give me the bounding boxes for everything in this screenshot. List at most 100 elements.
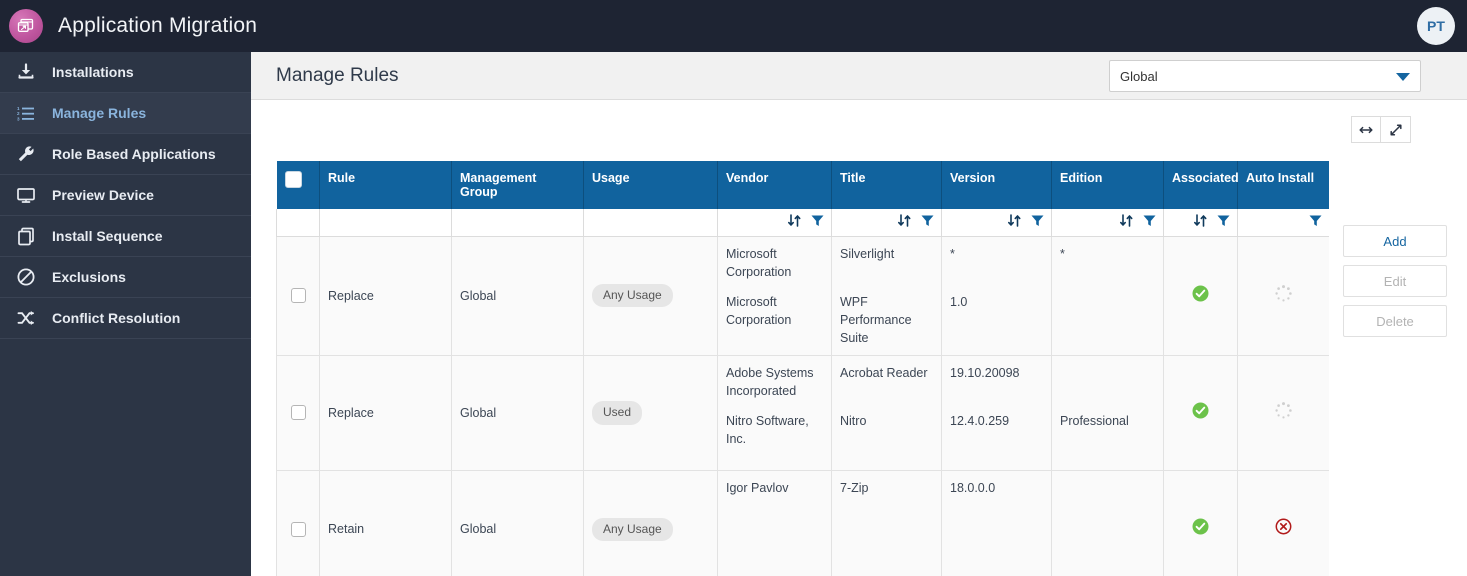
table-row[interactable]: Retain Global Any Usage Igor Pavlov 7-Zi…	[276, 469, 1329, 576]
version-line-1: 19.10.20098	[950, 365, 1020, 380]
svg-text:3: 3	[17, 116, 20, 121]
sidebar-item-label: Exclusions	[52, 269, 126, 285]
sidebar-item-role-based-applications[interactable]: Role Based Applications	[0, 134, 251, 175]
wrench-icon	[0, 144, 52, 164]
sidebar-item-exclusions[interactable]: Exclusions	[0, 257, 251, 298]
scope-select[interactable]: Global	[1109, 60, 1421, 92]
usage-badge: Used	[592, 401, 643, 425]
funnel-filter-icon[interactable]	[920, 213, 935, 231]
cell-auto-install	[1237, 469, 1329, 576]
app-logo-wrap	[0, 9, 52, 43]
sort-ascending-descending-icon[interactable]	[1119, 213, 1134, 231]
sidebar-item-install-sequence[interactable]: Install Sequence	[0, 216, 251, 257]
table-header-vendor[interactable]: Vendor	[717, 161, 832, 209]
sort-ascending-descending-icon[interactable]	[787, 213, 802, 231]
table-header-rule[interactable]: Rule	[319, 161, 452, 209]
no-entry-icon	[0, 267, 52, 287]
table-header-row: Rule Management Group Usage Vendor Title…	[276, 161, 1329, 209]
cell-edition: *	[1051, 235, 1164, 356]
cell-title: 7-Zip	[831, 469, 942, 576]
cell-usage: Used	[583, 354, 718, 471]
loading-spinner-icon	[1274, 401, 1293, 425]
filter-cell-management-group	[451, 209, 584, 237]
cell-version: 19.10.20098 12.4.0.259	[941, 354, 1052, 471]
filter-cell-auto-install	[1237, 209, 1329, 237]
cell-rule: Replace	[319, 235, 452, 356]
check-circle-green-icon	[1192, 518, 1209, 538]
app-windows-icon	[9, 9, 43, 43]
copy-icon	[0, 226, 52, 246]
row-checkbox[interactable]	[290, 288, 306, 304]
table-row[interactable]: Replace Global Any Usage Microsoft Corpo…	[276, 235, 1329, 356]
filter-cell-select	[276, 209, 320, 237]
title-line-1: Silverlight	[840, 246, 895, 261]
filter-cell-edition	[1051, 209, 1164, 237]
row-checkbox[interactable]	[290, 405, 306, 421]
download-icon	[0, 62, 52, 82]
avatar[interactable]: PT	[1417, 7, 1455, 45]
loading-spinner-icon	[1274, 284, 1293, 308]
row-select-cell	[276, 354, 320, 471]
sidebar-item-conflict-resolution[interactable]: Conflict Resolution	[0, 298, 251, 339]
title-line-2: WPF Performance Suite	[840, 294, 912, 345]
sidebar-item-label: Preview Device	[52, 187, 154, 203]
cell-associated	[1163, 469, 1238, 576]
cell-associated	[1163, 235, 1238, 356]
edit-button[interactable]: Edit	[1343, 265, 1447, 297]
sidebar-item-label: Installations	[52, 64, 134, 80]
edition-line-2: Professional	[1060, 413, 1129, 428]
cell-title: Acrobat Reader Nitro	[831, 354, 942, 471]
sidebar-item-preview-device[interactable]: Preview Device	[0, 175, 251, 216]
cell-rule: Retain	[319, 469, 452, 576]
shuffle-icon	[0, 308, 52, 328]
cell-vendor: Igor Pavlov	[717, 469, 832, 576]
title-line-1: 7-Zip	[840, 480, 869, 495]
edition-line-1	[1060, 364, 1155, 412]
funnel-filter-icon[interactable]	[1216, 213, 1231, 231]
sidebar-item-manage-rules[interactable]: 1 2 3 Manage Rules	[0, 93, 251, 134]
row-select-cell	[276, 235, 320, 356]
sort-ascending-descending-icon[interactable]	[897, 213, 912, 231]
sidebar-item-label: Install Sequence	[52, 228, 163, 244]
row-checkbox[interactable]	[290, 521, 306, 537]
table-header-select	[276, 161, 320, 209]
delete-button[interactable]: Delete	[1343, 305, 1447, 337]
rules-table-body: Replace Global Any Usage Microsoft Corpo…	[276, 235, 1329, 576]
fit-width-icon[interactable]	[1351, 116, 1381, 143]
add-button[interactable]: Add	[1343, 225, 1447, 257]
select-all-checkbox[interactable]	[284, 171, 302, 188]
table-header-associated[interactable]: Associated	[1163, 161, 1239, 209]
funnel-filter-icon[interactable]	[1142, 213, 1157, 231]
sidebar: Installations 1 2 3 Manage Rules Role Ba…	[0, 52, 251, 576]
sort-ascending-descending-icon[interactable]	[1007, 213, 1022, 231]
version-line-1: *	[950, 246, 955, 261]
check-circle-green-icon	[1192, 285, 1209, 305]
monitor-icon	[0, 185, 52, 205]
scope-select-value: Global	[1120, 68, 1158, 84]
check-circle-green-icon	[1192, 402, 1209, 422]
cell-management-group: Global	[451, 469, 584, 576]
funnel-filter-icon[interactable]	[1308, 213, 1323, 231]
table-header-version[interactable]: Version	[941, 161, 1052, 209]
expand-diagonal-icon[interactable]	[1381, 116, 1411, 143]
funnel-filter-icon[interactable]	[810, 213, 825, 231]
table-header-usage[interactable]: Usage	[583, 161, 718, 209]
ordered-list-icon: 1 2 3	[0, 103, 52, 123]
cell-version: 18.0.0.0	[941, 469, 1052, 576]
funnel-filter-icon[interactable]	[1030, 213, 1045, 231]
vendor-line-2: Nitro Software, Inc.	[726, 413, 809, 446]
table-header-management-group[interactable]: Management Group	[451, 161, 584, 209]
edition-line-1	[1060, 479, 1155, 527]
sidebar-item-label: Manage Rules	[52, 105, 147, 121]
table-header-edition[interactable]: Edition	[1051, 161, 1164, 209]
sidebar-item-installations[interactable]: Installations	[0, 52, 251, 93]
version-line-2: 12.4.0.259	[950, 413, 1010, 428]
title-line-2: Nitro	[840, 413, 867, 428]
page-title: Manage Rules	[276, 64, 399, 86]
filter-cell-title	[831, 209, 942, 237]
table-row[interactable]: Replace Global Used Adobe Systems Incorp…	[276, 354, 1329, 471]
sort-ascending-descending-icon[interactable]	[1193, 213, 1208, 231]
rules-table-container[interactable]: Rule Management Group Usage Vendor Title…	[276, 161, 1329, 576]
table-header-auto-install[interactable]: Auto Install	[1237, 161, 1329, 209]
table-header-title[interactable]: Title	[831, 161, 942, 209]
